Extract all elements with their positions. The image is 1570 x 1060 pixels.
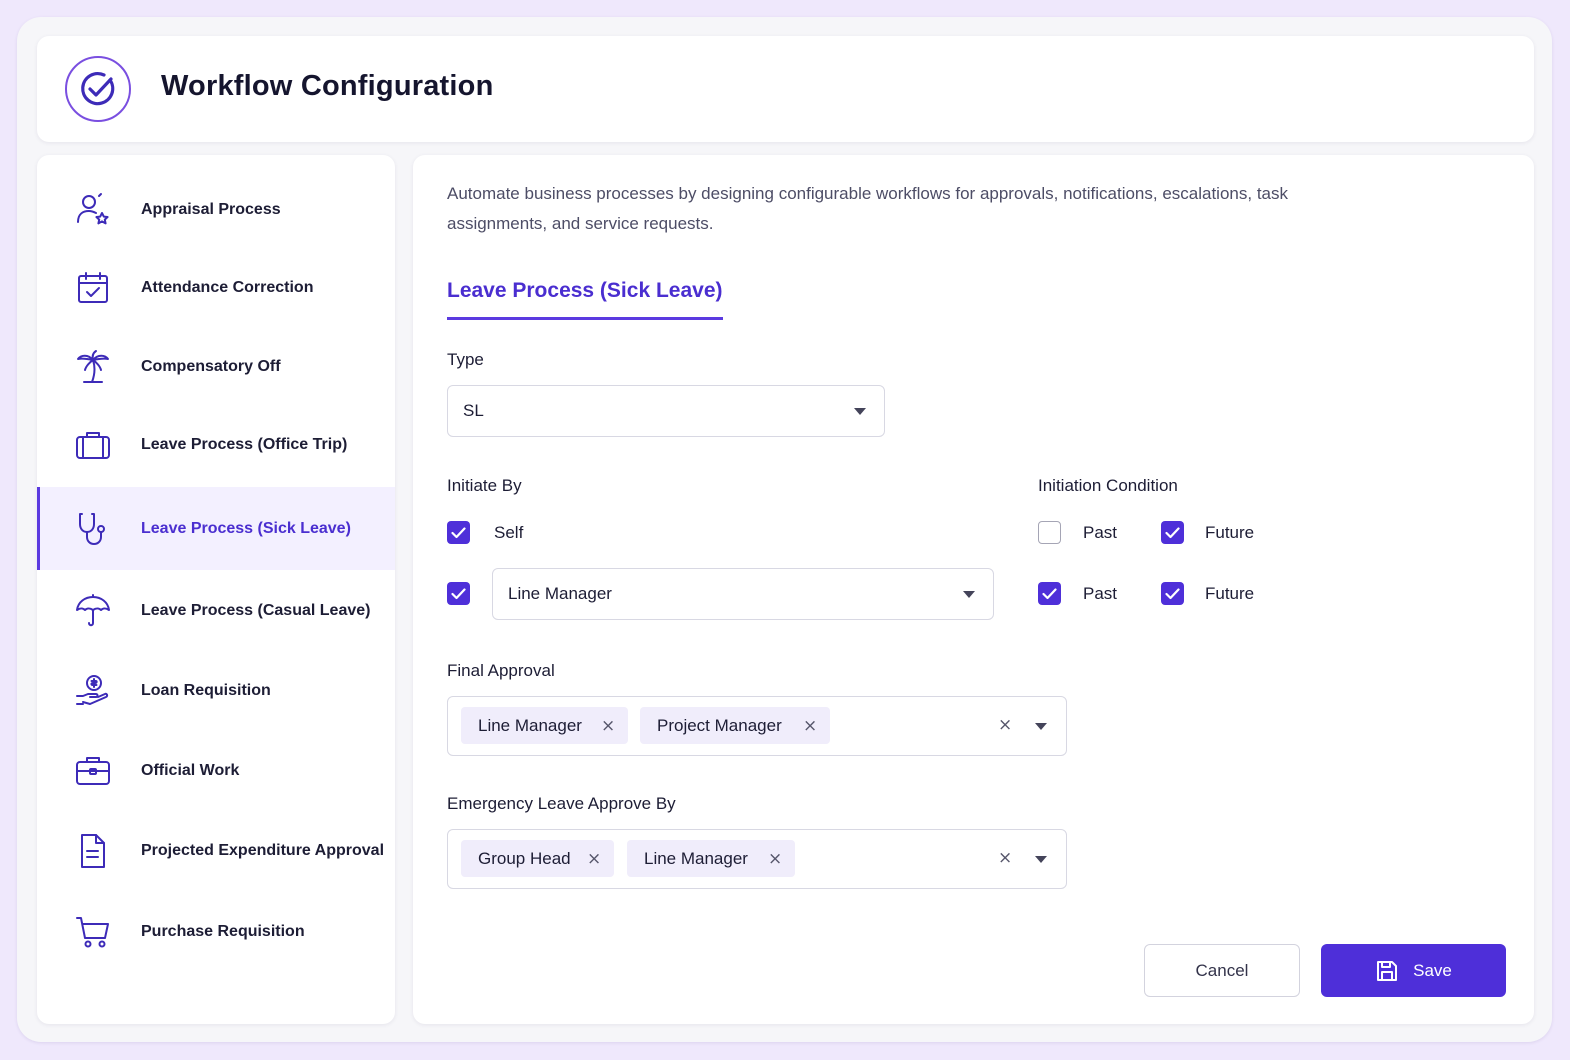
sidebar-item-label: Projected Expenditure Approval — [141, 842, 385, 859]
user-star-icon — [73, 190, 113, 230]
final-approval-multiselect[interactable]: Line Manager × Project Manager × × — [447, 696, 1067, 756]
chevron-down-icon — [854, 408, 866, 415]
sidebar-item-projected-expenditure[interactable]: Projected Expenditure Approval — [37, 811, 395, 891]
sidebar-item-appraisal-process[interactable]: Appraisal Process — [37, 170, 395, 250]
calendar-check-icon — [73, 268, 113, 308]
sidebar-item-attendance-correction[interactable]: Attendance Correction — [37, 248, 395, 328]
check-icon — [451, 526, 466, 538]
past-checkbox-row1[interactable] — [1038, 521, 1061, 544]
chip-label: Line Manager — [644, 848, 748, 868]
floppy-disk-icon — [1375, 959, 1399, 983]
chip-line-manager: Line Manager × — [627, 840, 795, 877]
stethoscope-icon — [73, 509, 113, 549]
future-checkbox-row2[interactable] — [1161, 582, 1184, 605]
cart-icon — [73, 912, 113, 952]
page-header: Workflow Configuration — [37, 36, 1534, 142]
suitcase-icon — [73, 425, 113, 465]
final-approval-label: Final Approval — [447, 661, 555, 680]
cancel-button[interactable]: Cancel — [1144, 944, 1300, 997]
future-label: Future — [1205, 584, 1255, 603]
sidebar-item-purchase-requisition[interactable]: Purchase Requisition — [37, 892, 395, 972]
sidebar-item-office-trip[interactable]: Leave Process (Office Trip) — [37, 405, 395, 485]
past-label: Past — [1083, 584, 1118, 603]
save-button[interactable]: Save — [1321, 944, 1506, 997]
sidebar: Appraisal Process Attendance Correction … — [37, 155, 395, 1024]
initiator-select-value: Line Manager — [508, 584, 612, 603]
sidebar-item-label: Leave Process (Casual Leave) — [141, 602, 371, 619]
clear-all-icon[interactable]: × — [998, 848, 1012, 868]
self-label: Self — [494, 523, 524, 542]
sidebar-item-sick-leave[interactable]: Leave Process (Sick Leave) — [37, 487, 395, 570]
sidebar-item-label: Attendance Correction — [141, 279, 314, 296]
umbrella-icon — [73, 591, 113, 631]
check-icon — [1165, 526, 1180, 538]
sidebar-item-label: Compensatory Off — [141, 358, 281, 375]
remove-chip-icon[interactable]: × — [587, 849, 601, 869]
chip-project-manager: Project Manager × — [640, 707, 830, 744]
initiation-condition-label: Initiation Condition — [1038, 476, 1178, 495]
hand-coin-icon — [73, 671, 113, 711]
clear-all-icon[interactable]: × — [998, 715, 1012, 735]
palm-tree-icon — [73, 347, 113, 387]
remove-chip-icon[interactable]: × — [803, 716, 817, 736]
chip-label: Project Manager — [657, 715, 782, 735]
tab-sick-leave[interactable]: Leave Process (Sick Leave) — [447, 279, 723, 320]
chevron-down-icon[interactable] — [1035, 856, 1047, 863]
chip-label: Group Head — [478, 848, 571, 868]
type-select[interactable]: SL — [447, 385, 885, 437]
sidebar-item-official-work[interactable]: Official Work — [37, 731, 395, 811]
emergency-approve-label: Emergency Leave Approve By — [447, 794, 676, 813]
sidebar-item-label: Leave Process (Office Trip) — [141, 436, 348, 453]
chevron-down-icon — [963, 591, 975, 598]
sidebar-item-compensatory-off[interactable]: Compensatory Off — [37, 327, 395, 407]
self-checkbox[interactable] — [447, 521, 470, 544]
emergency-approve-multiselect[interactable]: Group Head × Line Manager × × — [447, 829, 1067, 889]
initiate-by-label: Initiate By — [447, 476, 522, 495]
future-label: Future — [1205, 523, 1255, 542]
past-checkbox-row2[interactable] — [1038, 582, 1061, 605]
chip-line-manager: Line Manager × — [461, 707, 628, 744]
chevron-down-icon[interactable] — [1035, 723, 1047, 730]
page-title: Workflow Configuration — [161, 70, 494, 102]
check-icon — [1165, 587, 1180, 599]
briefcase-icon — [73, 751, 113, 791]
sidebar-item-label: Leave Process (Sick Leave) — [141, 519, 351, 537]
document-icon — [73, 831, 113, 871]
main-panel: Automate business processes by designing… — [413, 155, 1534, 1024]
line-manager-checkbox[interactable] — [447, 582, 470, 605]
sidebar-item-label: Loan Requisition — [141, 682, 271, 699]
sidebar-item-label: Purchase Requisition — [141, 923, 305, 940]
check-circle-icon — [65, 56, 131, 122]
sidebar-item-casual-leave[interactable]: Leave Process (Casual Leave) — [37, 571, 395, 651]
check-icon — [451, 587, 466, 599]
sidebar-item-label: Appraisal Process — [141, 201, 281, 218]
remove-chip-icon[interactable]: × — [601, 716, 615, 736]
chip-label: Line Manager — [478, 715, 582, 735]
remove-chip-icon[interactable]: × — [768, 849, 782, 869]
sidebar-item-label: Official Work — [141, 762, 240, 779]
type-label: Type — [447, 350, 484, 369]
past-label: Past — [1083, 523, 1118, 542]
future-checkbox-row1[interactable] — [1161, 521, 1184, 544]
initiator-select[interactable]: Line Manager — [492, 568, 994, 620]
chip-group-head: Group Head × — [461, 840, 614, 877]
check-icon — [1042, 587, 1057, 599]
type-select-value: SL — [463, 401, 484, 420]
save-button-label: Save — [1413, 960, 1452, 980]
page-description: Automate business processes by designing… — [447, 184, 1288, 233]
sidebar-item-loan-requisition[interactable]: Loan Requisition — [37, 651, 395, 731]
